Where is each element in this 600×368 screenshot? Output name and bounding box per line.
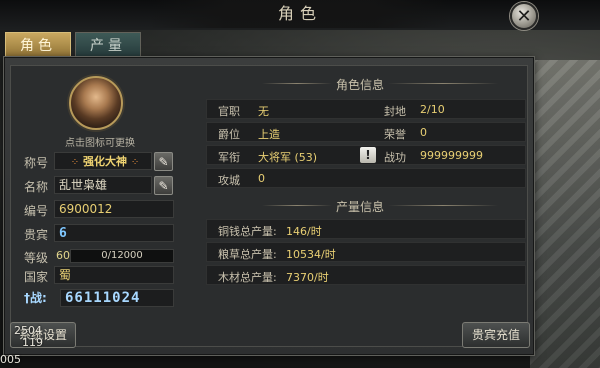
stat-key: 粮草总产量: bbox=[218, 248, 277, 261]
pencil-icon: ✎ bbox=[158, 178, 169, 193]
window-title: 角色 bbox=[150, 0, 450, 28]
id-label: 编号 bbox=[24, 204, 49, 218]
stat-key: 爵位 bbox=[218, 128, 240, 141]
stat-key: 封地 bbox=[384, 105, 406, 118]
stat-key: 攻城 bbox=[218, 174, 240, 187]
city-wall-scenery bbox=[530, 60, 600, 368]
power-label-text: 战: bbox=[30, 291, 47, 305]
tab-production[interactable]: 产量 bbox=[75, 32, 141, 59]
power-label: †战: bbox=[24, 289, 47, 306]
title-ornament-icon: ⁘ bbox=[130, 157, 140, 168]
edit-name-button[interactable]: ✎ bbox=[154, 176, 173, 195]
close-icon[interactable]: ✕ bbox=[510, 2, 538, 30]
stat-value: 0 bbox=[420, 126, 427, 139]
title-value: 强化大神 bbox=[83, 155, 127, 168]
coord-readout: 005 bbox=[0, 353, 21, 366]
stat-value: 大将军 (53) bbox=[258, 151, 318, 164]
level-progress-bar: 0/12000 bbox=[70, 249, 174, 263]
stat-value: 10534/时 bbox=[286, 248, 336, 261]
stat-value: 2/10 bbox=[420, 103, 445, 116]
divider bbox=[262, 205, 332, 206]
divider bbox=[262, 83, 332, 84]
production-info-heading: 产量信息 bbox=[335, 200, 384, 214]
stat-key: 木材总产量: bbox=[218, 271, 277, 284]
tab-character[interactable]: 角色 bbox=[5, 32, 71, 59]
vip-label: 贵宾 bbox=[24, 228, 49, 242]
vip-field: 6 bbox=[54, 224, 174, 242]
avatar-hint: 点击图标可更换 bbox=[65, 138, 135, 149]
stat-row bbox=[206, 122, 526, 142]
vip-value: 6 bbox=[59, 226, 67, 241]
stat-value: 无 bbox=[258, 105, 269, 118]
stat-row bbox=[206, 99, 526, 119]
name-field: 乱世枭雄 bbox=[54, 176, 152, 194]
level-value: 60 bbox=[56, 249, 70, 262]
stat-row bbox=[206, 168, 526, 188]
avatar[interactable] bbox=[69, 76, 123, 130]
stat-key: 荣誉 bbox=[384, 128, 406, 141]
stat-key: 军衔 bbox=[218, 151, 240, 164]
exclamation-icon[interactable]: ! bbox=[360, 147, 376, 163]
vip-recharge-button[interactable]: 贵宾充值 bbox=[462, 322, 530, 348]
stat-key: 战功 bbox=[384, 151, 406, 164]
stat-value: 0 bbox=[258, 172, 265, 185]
nation-label: 国家 bbox=[24, 270, 49, 284]
pencil-icon: ✎ bbox=[158, 154, 169, 169]
stat-value: 999999999 bbox=[420, 149, 483, 162]
stat-value: 146/时 bbox=[286, 225, 322, 238]
stat-key: 铜钱总产量: bbox=[218, 225, 277, 238]
nation-field: 蜀 bbox=[54, 266, 174, 284]
stat-key: 官职 bbox=[218, 105, 240, 118]
divider bbox=[388, 83, 498, 84]
edit-title-button[interactable]: ✎ bbox=[154, 152, 173, 171]
level-label: 等级 bbox=[24, 251, 49, 265]
name-label: 名称 bbox=[24, 180, 49, 194]
title-label: 称号 bbox=[24, 156, 49, 170]
role-info-heading: 角色信息 bbox=[335, 78, 384, 92]
divider bbox=[388, 205, 498, 206]
stat-value: 7370/时 bbox=[286, 271, 329, 284]
stat-value: 上造 bbox=[258, 128, 280, 141]
id-field: 6900012 bbox=[54, 200, 174, 218]
title-field: ⁘ 强化大神 ⁘ bbox=[54, 152, 152, 170]
coord-readout: 119 bbox=[22, 336, 43, 349]
title-ornament-icon: ⁘ bbox=[70, 157, 80, 168]
power-value: 66111024 bbox=[60, 289, 174, 307]
